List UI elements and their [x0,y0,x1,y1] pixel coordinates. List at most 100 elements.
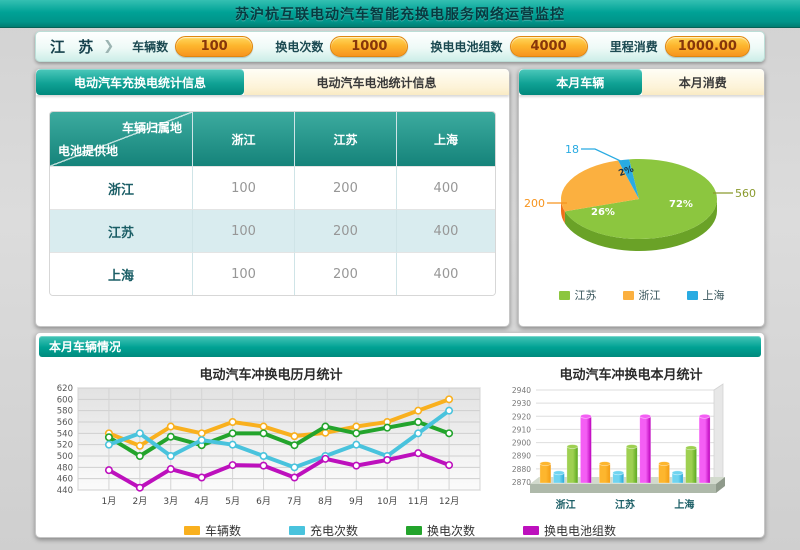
legend-label: 车辆数 [205,522,241,539]
pie-chart-area: 72%26%2%56020018 江苏 浙江 上海 [519,95,764,303]
tab-label: 本月消费 [679,74,727,91]
svg-text:480: 480 [57,463,73,473]
svg-text:10月: 10月 [377,496,397,507]
svg-text:8月: 8月 [318,496,333,507]
svg-text:500: 500 [57,452,73,462]
app-title-bar: 苏沪杭互联电动汽车智能充换电服务网络运营监控 [0,0,800,28]
region-name: 江 苏 [50,36,97,57]
corner-label-bottom: 电池提供地 [58,142,118,159]
legend-item: 上海 [687,287,725,303]
stat-label: 换电次数 [275,38,323,55]
monthly-bar-chart: 28702880289029002910292029302940浙江江苏上海 [506,382,756,516]
column-header: 浙江 [193,112,295,166]
svg-text:12月: 12月 [439,496,459,507]
svg-text:2920: 2920 [512,412,531,421]
tab-battery-stats[interactable]: 电动汽车电池统计信息 [244,69,509,95]
svg-text:560: 560 [57,418,73,428]
svg-text:4月: 4月 [194,496,209,507]
stat-mileage-consumption: 里程消费 1000.00 [610,36,750,57]
legend-swatch-jiangsu [559,291,570,300]
stat-vehicle-count: 车辆数 100 [132,36,253,57]
pie-legend: 江苏 浙江 上海 [519,287,764,303]
svg-text:580: 580 [57,407,73,417]
tab-monthly-consumption[interactable]: 本月消费 [642,69,765,95]
tab-label: 电动汽车充换电统计信息 [74,74,206,91]
row-label: 浙江 [50,166,193,209]
svg-text:1月: 1月 [102,496,117,507]
right-panel-tabs: 本月车辆 本月消费 [519,69,764,95]
stat-value-badge: 100 [175,36,253,57]
tab-label: 本月车辆 [556,74,604,91]
app-title: 苏沪杭互联电动汽车智能充换电服务网络运营监控 [235,4,565,24]
charging-stats-panel: 电动汽车充换电统计信息 电动汽车电池统计信息 车辆归属地 电池提供地 浙江 江苏… [35,68,510,327]
legend-swatch-vehicles [184,526,200,535]
legend-item: 江苏 [559,287,597,303]
legend-label: 上海 [703,287,725,303]
svg-text:2910: 2910 [512,425,531,434]
monthly-vehicles-panel: 本月车辆 本月消费 72%26%2%56020018 江苏 浙江 上海 [518,68,765,327]
svg-text:26%: 26% [591,207,615,218]
legend-item: 充电次数 [289,522,358,539]
table-row[interactable]: 上海 100 200 400 [50,252,495,295]
row-label: 上海 [50,252,193,295]
bar-chart-title: 电动汽车冲换电本月统计 [506,364,756,382]
svg-text:200: 200 [524,197,545,210]
legend-label: 换电电池组数 [544,522,616,539]
svg-text:江苏: 江苏 [615,498,635,511]
line-chart-title: 电动汽车冲换电历月统计 [42,364,500,382]
table-corner-cell: 车辆归属地 电池提供地 [50,112,193,166]
legend-swatch-packs [523,526,539,535]
svg-text:2880: 2880 [512,465,531,474]
svg-text:2900: 2900 [512,439,531,448]
cell-value: 100 [193,166,295,209]
svg-text:浙江: 浙江 [556,498,576,511]
cell-value: 400 [397,252,495,295]
legend-label: 充电次数 [310,522,358,539]
legend-item: 换电次数 [406,522,475,539]
svg-text:520: 520 [57,441,73,451]
stat-value-badge: 1000.00 [665,36,750,57]
charts-row: 电动汽车冲换电历月统计 4404604805005205405605806006… [36,360,764,520]
corner-label-top: 车辆归属地 [122,119,182,136]
legend-item: 浙江 [623,287,661,303]
svg-text:440: 440 [57,486,73,496]
svg-text:2月: 2月 [132,496,147,507]
cell-value: 200 [295,209,397,252]
svg-text:7月: 7月 [287,496,302,507]
legend-label: 换电次数 [427,522,475,539]
stat-value-badge: 4000 [510,36,588,57]
stat-value-badge: 1000 [330,36,408,57]
legend-item: 车辆数 [184,522,241,539]
main-chart-legend: 车辆数 充电次数 换电次数 换电电池组数 [36,522,764,539]
column-header: 上海 [397,112,495,166]
legend-swatch-charges [289,526,305,535]
legend-swatch-swaps [406,526,422,535]
svg-text:9月: 9月 [349,496,364,507]
legend-label: 浙江 [639,287,661,303]
svg-text:560: 560 [735,187,756,200]
monthly-bar-chart-block: 电动汽车冲换电本月统计 2870288028902900291029202930… [506,364,756,520]
svg-text:72%: 72% [669,199,693,210]
tab-monthly-vehicles[interactable]: 本月车辆 [519,69,642,95]
tab-label: 电动汽车电池统计信息 [317,74,437,91]
monthly-line-chart: 4404604805005205405605806006201月2月3月4月5月… [42,382,494,516]
region-selector[interactable]: 江 苏 ❯ [50,36,114,57]
stat-label: 车辆数 [132,38,168,55]
chevron-right-icon: ❯ [103,39,114,54]
svg-text:5月: 5月 [225,496,240,507]
stat-groups: 车辆数 100 换电次数 1000 换电电池组数 4000 里程消费 1000.… [132,36,750,57]
stat-swap-count: 换电次数 1000 [275,36,408,57]
legend-swatch-shanghai [687,291,698,300]
column-header: 江苏 [295,112,397,166]
svg-text:6月: 6月 [256,496,271,507]
cell-value: 100 [193,252,295,295]
summary-stats-bar: 江 苏 ❯ 车辆数 100 换电次数 1000 换电电池组数 4000 里程消费… [35,31,765,62]
table-row[interactable]: 浙江 100 200 400 [50,166,495,209]
legend-swatch-zhejiang [623,291,634,300]
table-row[interactable]: 江苏 100 200 400 [50,209,495,252]
svg-text:2870: 2870 [512,478,531,487]
tab-charging-stats[interactable]: 电动汽车充换电统计信息 [36,69,244,95]
svg-text:540: 540 [57,429,73,439]
svg-text:460: 460 [57,475,73,485]
svg-text:2890: 2890 [512,452,531,461]
